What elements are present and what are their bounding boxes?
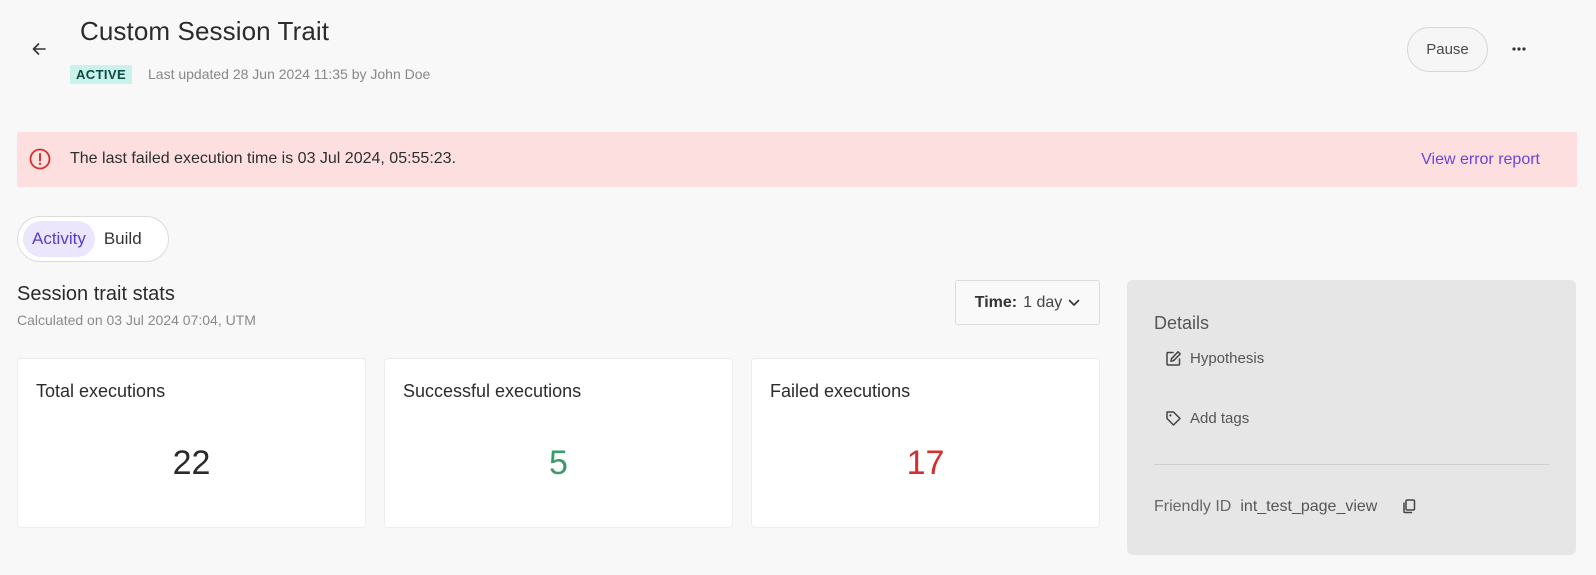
total-executions-card: Total executions 22 bbox=[17, 358, 366, 528]
details-panel: Details Hypothesis Add tags Friendly ID … bbox=[1127, 280, 1576, 555]
last-updated-text: Last updated 28 Jun 2024 11:35 by John D… bbox=[148, 66, 431, 82]
page: Custom Session Trait ACTIVE Last updated… bbox=[0, 0, 1596, 575]
time-value: 1 day bbox=[1023, 293, 1063, 311]
friendly-id-label: Friendly ID bbox=[1154, 498, 1232, 515]
more-horizontal-icon bbox=[1512, 47, 1526, 51]
page-title: Custom Session Trait bbox=[80, 16, 330, 46]
pause-button[interactable]: Pause bbox=[1407, 27, 1488, 72]
stats-subtitle: Calculated on 03 Jul 2024 07:04, UTM bbox=[17, 312, 256, 328]
time-label: Time: bbox=[974, 293, 1018, 311]
details-title: Details bbox=[1154, 313, 1210, 333]
details-divider bbox=[1154, 464, 1549, 465]
successful-executions-value: 5 bbox=[549, 444, 568, 482]
failed-executions-card: Failed executions 17 bbox=[751, 358, 1100, 528]
arrow-left-icon bbox=[32, 43, 46, 55]
tab-build[interactable]: Build bbox=[95, 221, 151, 257]
copy-icon bbox=[1403, 499, 1416, 514]
card-label: Successful executions bbox=[403, 381, 582, 401]
more-options-button[interactable] bbox=[1505, 36, 1533, 62]
error-banner: The last failed execution time is 03 Jul… bbox=[17, 132, 1577, 187]
friendly-id-value: int_test_page_view bbox=[1240, 498, 1378, 515]
status-badge: ACTIVE bbox=[70, 65, 133, 84]
card-label: Failed executions bbox=[770, 381, 911, 401]
back-button[interactable] bbox=[26, 36, 52, 62]
hypothesis-label: Hypothesis bbox=[1190, 350, 1265, 367]
stats-title: Session trait stats bbox=[17, 283, 175, 305]
tag-icon bbox=[1166, 411, 1181, 426]
edit-icon bbox=[1166, 351, 1181, 366]
alert-circle-icon bbox=[29, 148, 51, 170]
add-tags-button[interactable]: Add tags bbox=[1165, 410, 1249, 427]
successful-executions-card: Successful executions 5 bbox=[384, 358, 733, 528]
copy-friendly-id-button[interactable] bbox=[1401, 498, 1419, 516]
tab-bar: Activity Build bbox=[17, 216, 169, 262]
error-message: The last failed execution time is 03 Jul… bbox=[70, 150, 457, 167]
add-tags-label: Add tags bbox=[1190, 410, 1250, 427]
total-executions-value: 22 bbox=[172, 444, 211, 482]
friendly-id-row: Friendly ID int_test_page_view bbox=[1154, 498, 1419, 516]
hypothesis-button[interactable]: Hypothesis bbox=[1165, 350, 1264, 367]
failed-executions-value: 17 bbox=[906, 444, 945, 482]
tab-activity[interactable]: Activity bbox=[23, 221, 95, 257]
chevron-down-icon bbox=[1068, 299, 1080, 306]
time-range-dropdown[interactable]: Time: 1 day bbox=[955, 280, 1100, 325]
card-label: Total executions bbox=[36, 381, 166, 401]
view-error-report-link[interactable]: View error report bbox=[1421, 151, 1540, 169]
